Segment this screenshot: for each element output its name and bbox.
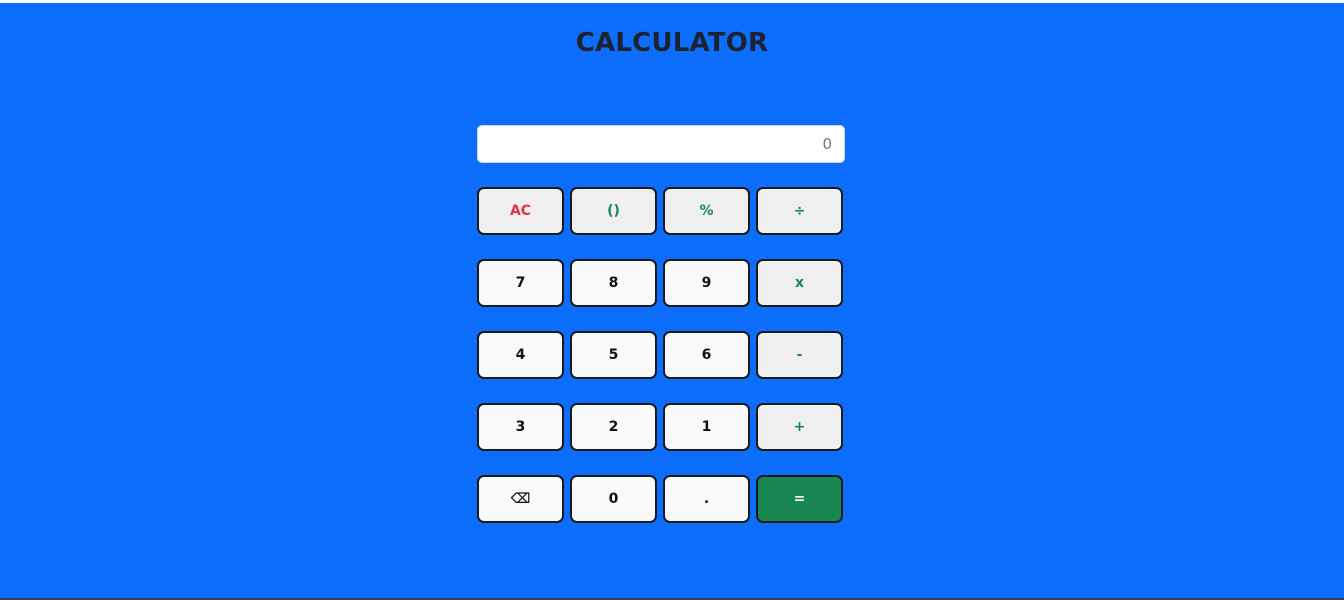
subtract-button[interactable]: - — [756, 331, 843, 379]
digit-3-button[interactable]: 3 — [477, 403, 564, 451]
digit-8-button[interactable]: 8 — [570, 259, 657, 307]
digit-5-button[interactable]: 5 — [570, 331, 657, 379]
divide-button[interactable]: ÷ — [756, 187, 843, 235]
page-title: CALCULATOR — [575, 28, 769, 58]
decimal-point-button[interactable]: . — [663, 475, 750, 523]
add-button[interactable]: + — [756, 403, 843, 451]
clear-button[interactable]: AC — [477, 187, 564, 235]
digit-6-button[interactable]: 6 — [663, 331, 750, 379]
equals-button[interactable]: = — [756, 475, 843, 523]
keypad: AC () % ÷ 7 8 9 x 4 5 6 - 3 2 1 + ⌫ 0 . … — [477, 187, 845, 523]
digit-2-button[interactable]: 2 — [570, 403, 657, 451]
multiply-button[interactable]: x — [756, 259, 843, 307]
parentheses-button[interactable]: () — [570, 187, 657, 235]
digit-4-button[interactable]: 4 — [477, 331, 564, 379]
digit-1-button[interactable]: 1 — [663, 403, 750, 451]
digit-7-button[interactable]: 7 — [477, 259, 564, 307]
top-strip — [0, 0, 1344, 3]
backspace-button[interactable]: ⌫ — [477, 475, 564, 523]
percent-button[interactable]: % — [663, 187, 750, 235]
digit-9-button[interactable]: 9 — [663, 259, 750, 307]
digit-0-button[interactable]: 0 — [570, 475, 657, 523]
calculator-display[interactable] — [477, 125, 845, 163]
